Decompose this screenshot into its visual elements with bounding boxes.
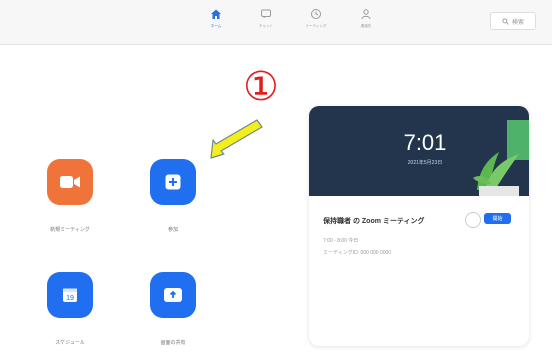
upcoming-meeting-card: 7:01 2021年5月23日 保持職者 の Zoom ミーティング 開始 7:… [309, 106, 529, 346]
tab-home[interactable]: ホーム [195, 8, 237, 29]
tab-chat-label: チャット [258, 23, 274, 28]
tab-home-label: ホーム [210, 23, 222, 28]
search-button[interactable]: 検索 [490, 12, 536, 30]
share-screen-icon [164, 288, 182, 302]
search-icon [502, 17, 509, 25]
calendar-icon: 19 [63, 288, 77, 302]
new-meeting-button[interactable] [47, 159, 93, 205]
contacts-icon [361, 9, 371, 20]
main-tabs: ホーム チャット ミーティング 連絡先 [195, 8, 387, 29]
meeting-id: ミーティングID: 000 000 0000 [323, 250, 392, 256]
annotation-arrow-icon [210, 119, 263, 159]
tab-chat[interactable]: チャット [245, 8, 287, 29]
plus-icon [165, 174, 181, 190]
clock-icon [311, 9, 321, 19]
tab-contacts-label: 連絡先 [360, 23, 372, 28]
home-icon [211, 9, 221, 19]
plant-icon [473, 120, 529, 196]
tab-meetings-label: ミーティング [305, 23, 327, 28]
chat-icon [261, 9, 271, 19]
meeting-title: 保持職者 の Zoom ミーティング [323, 218, 425, 225]
meeting-options-button[interactable] [465, 212, 481, 228]
tab-meetings[interactable]: ミーティング [295, 8, 337, 29]
share-screen-label: 画面の共有 [160, 340, 186, 346]
join-button[interactable] [150, 159, 196, 205]
svg-text:19: 19 [66, 295, 74, 302]
join-label: 参加 [167, 227, 178, 233]
schedule-label: スケジュール [55, 340, 85, 346]
meeting-time-range: 7:00 - 8:00 今日 [323, 238, 359, 244]
new-meeting-label: 新規ミーティング [50, 227, 90, 233]
clock-banner: 7:01 2021年5月23日 [309, 106, 529, 196]
current-time: 7:01 [403, 130, 447, 155]
start-meeting-button[interactable]: 開始 [484, 213, 511, 224]
schedule-button[interactable]: 19 [47, 272, 93, 318]
annotation-number: ① [243, 64, 279, 110]
search-label: 検索 [511, 19, 524, 26]
share-screen-button[interactable] [150, 272, 196, 318]
video-camera-icon [60, 176, 80, 188]
top-navigation-bar: ホーム チャット ミーティング 連絡先 検索 [0, 0, 552, 45]
current-date: 2021年5月23日 [407, 160, 443, 166]
tab-contacts[interactable]: 連絡先 [345, 8, 387, 29]
